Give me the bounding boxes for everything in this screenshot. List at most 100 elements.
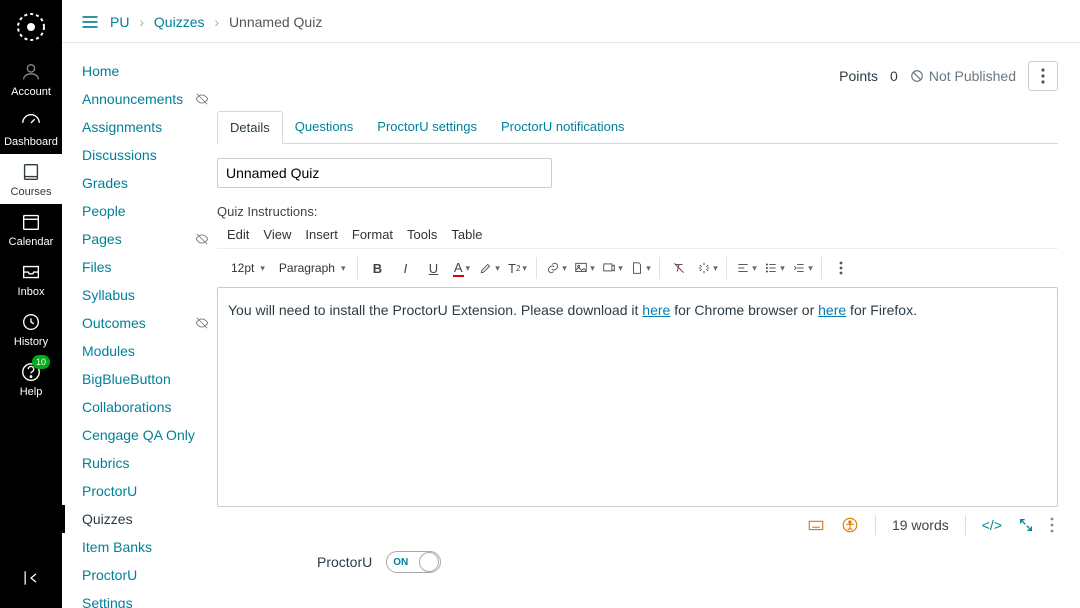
editor-text: You will need to install the ProctorU Ex… <box>228 302 642 318</box>
collapse-nav-button[interactable] <box>0 558 62 598</box>
cnav-people[interactable]: People <box>62 197 217 225</box>
tab-proctor-notifications[interactable]: ProctorU notifications <box>489 111 637 143</box>
a11y-icon[interactable] <box>841 516 859 534</box>
superscript-button[interactable]: T2▾ <box>504 255 530 281</box>
nav-label: History <box>14 336 48 348</box>
cnav-itembanks[interactable]: Item Banks <box>62 533 217 561</box>
font-size-select[interactable]: 12pt▾ <box>225 261 271 275</box>
nav-label: Help <box>20 386 43 398</box>
menu-view[interactable]: View <box>263 227 291 242</box>
content-pane: Points 0 Not Published Details Questions… <box>217 43 1080 608</box>
cnav-modules[interactable]: Modules <box>62 337 217 365</box>
breadcrumb-course[interactable]: PU <box>110 14 129 30</box>
image-button[interactable]: ▾ <box>571 255 597 281</box>
proctoru-toggle-label: ProctorU <box>317 554 372 570</box>
cnav-discussions[interactable]: Discussions <box>62 141 217 169</box>
chrome-link[interactable]: here <box>642 302 670 318</box>
nav-help[interactable]: 10 Help <box>0 354 62 404</box>
menu-insert[interactable]: Insert <box>305 227 338 242</box>
nav-inbox[interactable]: Inbox <box>0 254 62 304</box>
instructions-label: Quiz Instructions: <box>217 204 1058 219</box>
word-count[interactable]: 19 words <box>892 517 949 533</box>
nav-calendar[interactable]: Calendar <box>0 204 62 254</box>
toolbar-more-button[interactable] <box>828 255 854 281</box>
editor-text: for Firefox. <box>846 302 917 318</box>
cnav-rubrics[interactable]: Rubrics <box>62 449 217 477</box>
link-button[interactable]: ▾ <box>543 255 569 281</box>
calendar-icon <box>20 211 42 233</box>
publish-state[interactable]: Not Published <box>910 68 1016 84</box>
nav-label: Calendar <box>9 236 54 248</box>
nav-label: Inbox <box>18 286 45 298</box>
history-icon <box>20 311 42 333</box>
cnav-quizzes[interactable]: Quizzes <box>62 505 217 533</box>
menu-edit[interactable]: Edit <box>227 227 249 242</box>
clear-format-button[interactable] <box>666 255 692 281</box>
menu-table[interactable]: Table <box>451 227 482 242</box>
cnav-home[interactable]: Home <box>62 57 217 85</box>
highlight-button[interactable]: ▾ <box>476 255 502 281</box>
menu-tools[interactable]: Tools <box>407 227 437 242</box>
hamburger-icon[interactable] <box>80 12 100 32</box>
quiz-tabs: Details Questions ProctorU settings Proc… <box>217 111 1058 144</box>
cnav-announcements[interactable]: Announcements <box>62 85 217 113</box>
cnav-grades[interactable]: Grades <box>62 169 217 197</box>
cnav-syllabus[interactable]: Syllabus <box>62 281 217 309</box>
block-format-select[interactable]: Paragraph▾ <box>273 261 352 275</box>
nav-history[interactable]: History <box>0 304 62 354</box>
editor-body[interactable]: You will need to install the ProctorU Ex… <box>217 287 1058 507</box>
cnav-assignments[interactable]: Assignments <box>62 113 217 141</box>
tab-details[interactable]: Details <box>217 111 283 144</box>
breadcrumb: PU › Quizzes › Unnamed Quiz <box>110 14 322 30</box>
editor-text: for Chrome browser or <box>670 302 818 318</box>
cnav-bbb[interactable]: BigBlueButton <box>62 365 217 393</box>
tab-questions[interactable]: Questions <box>283 111 366 143</box>
html-view-button[interactable]: </> <box>982 517 1002 533</box>
book-icon <box>20 161 42 183</box>
cnav-collaborations[interactable]: Collaborations <box>62 393 217 421</box>
rce-toolbar: 12pt▾ Paragraph▾ B I U A▾ ▾ T2▾ ▾ ▾ ▾ ▾ <box>217 248 1058 287</box>
menu-format[interactable]: Format <box>352 227 393 242</box>
nav-courses[interactable]: Courses <box>0 154 62 204</box>
nav-account[interactable]: Account <box>0 54 62 104</box>
dashboard-icon <box>20 111 42 133</box>
firefox-link[interactable]: here <box>818 302 846 318</box>
media-button[interactable]: ▾ <box>599 255 625 281</box>
hidden-icon <box>195 232 209 246</box>
cnav-settings[interactable]: Settings <box>62 589 217 608</box>
points-label: Points <box>839 68 878 84</box>
chevron-right-icon: › <box>214 14 219 30</box>
align-button[interactable]: ▾ <box>733 255 759 281</box>
tab-proctor-settings[interactable]: ProctorU settings <box>365 111 489 143</box>
breadcrumb-section[interactable]: Quizzes <box>154 14 205 30</box>
bold-button[interactable]: B <box>364 255 390 281</box>
indent-button[interactable]: ▾ <box>789 255 815 281</box>
italic-button[interactable]: I <box>392 255 418 281</box>
text-color-button[interactable]: A▾ <box>448 255 474 281</box>
global-nav: Account Dashboard Courses Calendar Inbox… <box>0 0 62 608</box>
cnav-proctoru[interactable]: ProctorU <box>62 477 217 505</box>
document-button[interactable]: ▾ <box>627 255 653 281</box>
cnav-cengage[interactable]: Cengage QA Only <box>62 421 217 449</box>
keyboard-icon[interactable] <box>807 516 825 534</box>
help-badge: 10 <box>32 355 50 369</box>
cnav-proctoru2[interactable]: ProctorU <box>62 561 217 589</box>
apps-button[interactable]: ▾ <box>694 255 720 281</box>
breadcrumb-current: Unnamed Quiz <box>229 14 322 30</box>
bullet-list-button[interactable]: ▾ <box>761 255 787 281</box>
quiz-title-input[interactable] <box>217 158 552 188</box>
unpublished-icon <box>910 69 924 83</box>
nav-label: Account <box>11 86 51 98</box>
chevron-right-icon: › <box>139 14 144 30</box>
cnav-outcomes[interactable]: Outcomes <box>62 309 217 337</box>
proctoru-toggle[interactable]: ON <box>386 551 441 573</box>
cnav-files[interactable]: Files <box>62 253 217 281</box>
course-nav: Home Announcements Assignments Discussio… <box>62 43 217 608</box>
resize-handle-icon[interactable] <box>1050 517 1054 533</box>
fullscreen-button[interactable] <box>1018 517 1034 533</box>
more-options-button[interactable] <box>1028 61 1058 91</box>
brand-logo[interactable] <box>0 0 62 54</box>
cnav-pages[interactable]: Pages <box>62 225 217 253</box>
underline-button[interactable]: U <box>420 255 446 281</box>
nav-dashboard[interactable]: Dashboard <box>0 104 62 154</box>
